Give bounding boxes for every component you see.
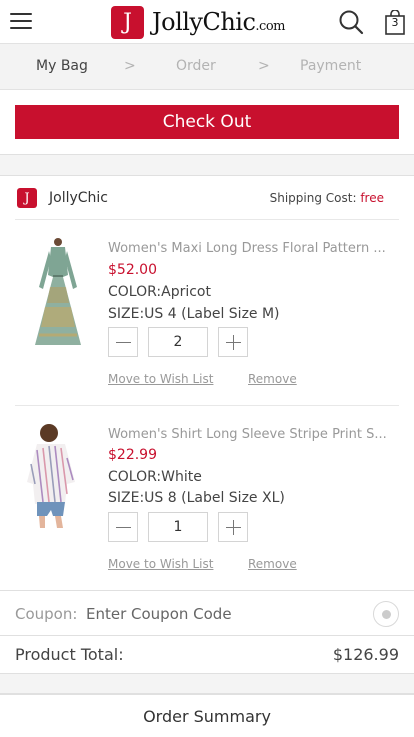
quantity-input[interactable] — [148, 512, 208, 542]
product-price: $52.00 — [108, 262, 157, 278]
coupon-code-input[interactable] — [86, 600, 356, 628]
jollychic-logo[interactable]: J JollyChic.com — [111, 5, 285, 39]
logo-wordmark: JollyChic.com — [152, 8, 285, 36]
store-header: J JollyChic Shipping Cost: free — [15, 176, 399, 220]
product-title[interactable]: Women's Shirt Long Sleeve Stripe Print S… — [108, 427, 400, 442]
coupon-apply-radio[interactable] — [373, 601, 399, 627]
order-summary-toggle[interactable]: Order Summary — [0, 694, 414, 737]
cart-item: Women's Maxi Long Dress Floral Pattern .… — [15, 221, 399, 406]
cart-count-badge: 3 — [391, 16, 399, 29]
shipping-cost-label: Shipping Cost: — [269, 191, 357, 205]
move-to-wish-list-link[interactable]: Move to Wish List — [108, 557, 213, 571]
product-color: COLOR:White — [108, 469, 202, 485]
product-size: SIZE:US 8 (Label Size XL) — [108, 490, 285, 506]
move-to-wish-list-link[interactable]: Move to Wish List — [108, 372, 213, 386]
shipping-cost-value: free — [360, 191, 384, 205]
coupon-row: Coupon: — [0, 590, 414, 636]
checkout-steps: My Bag > Order > Payment — [0, 44, 414, 90]
step-separator: > — [124, 58, 136, 74]
decrease-quantity-button[interactable] — [108, 327, 138, 357]
minus-icon — [116, 527, 131, 528]
radio-dot-icon — [382, 610, 391, 619]
app-header: J JollyChic.com 3 — [0, 0, 414, 44]
logo-mark: J — [111, 5, 144, 39]
shipping-cost: Shipping Cost: free — [270, 191, 384, 205]
section-divider — [0, 674, 414, 694]
store-logo-icon: J — [17, 188, 37, 208]
check-out-button[interactable]: Check Out — [15, 105, 399, 139]
step-separator: > — [258, 58, 270, 74]
minus-icon — [116, 342, 131, 343]
remove-link[interactable]: Remove — [248, 372, 297, 386]
product-total-row: Product Total: $126.99 — [0, 636, 414, 674]
search-icon[interactable] — [338, 9, 364, 35]
product-title[interactable]: Women's Maxi Long Dress Floral Pattern .… — [108, 241, 400, 256]
decrease-quantity-button[interactable] — [108, 512, 138, 542]
step-order: Order — [176, 58, 216, 74]
hamburger-menu-icon[interactable] — [10, 13, 32, 31]
product-total-label: Product Total: — [15, 645, 124, 664]
quantity-input[interactable] — [148, 327, 208, 357]
coupon-label: Coupon: — [15, 605, 78, 623]
cart-item: Women's Shirt Long Sleeve Stripe Print S… — [15, 406, 399, 590]
shopping-bag-icon[interactable]: 3 — [385, 9, 405, 35]
logo-suffix: .com — [255, 19, 285, 34]
section-divider — [0, 154, 414, 176]
product-image-shirt[interactable] — [23, 424, 93, 530]
step-my-bag: My Bag — [36, 58, 88, 74]
increase-quantity-button[interactable] — [218, 512, 248, 542]
product-color: COLOR:Apricot — [108, 284, 211, 300]
step-payment: Payment — [300, 58, 362, 74]
remove-link[interactable]: Remove — [248, 557, 297, 571]
logo-name: JollyChic — [152, 8, 256, 36]
product-total-value: $126.99 — [332, 645, 399, 664]
product-size: SIZE:US 4 (Label Size M) — [108, 306, 280, 322]
product-image-dress[interactable] — [23, 237, 93, 349]
increase-quantity-button[interactable] — [218, 327, 248, 357]
store-name: JollyChic — [49, 190, 108, 206]
product-price: $22.99 — [108, 447, 157, 463]
